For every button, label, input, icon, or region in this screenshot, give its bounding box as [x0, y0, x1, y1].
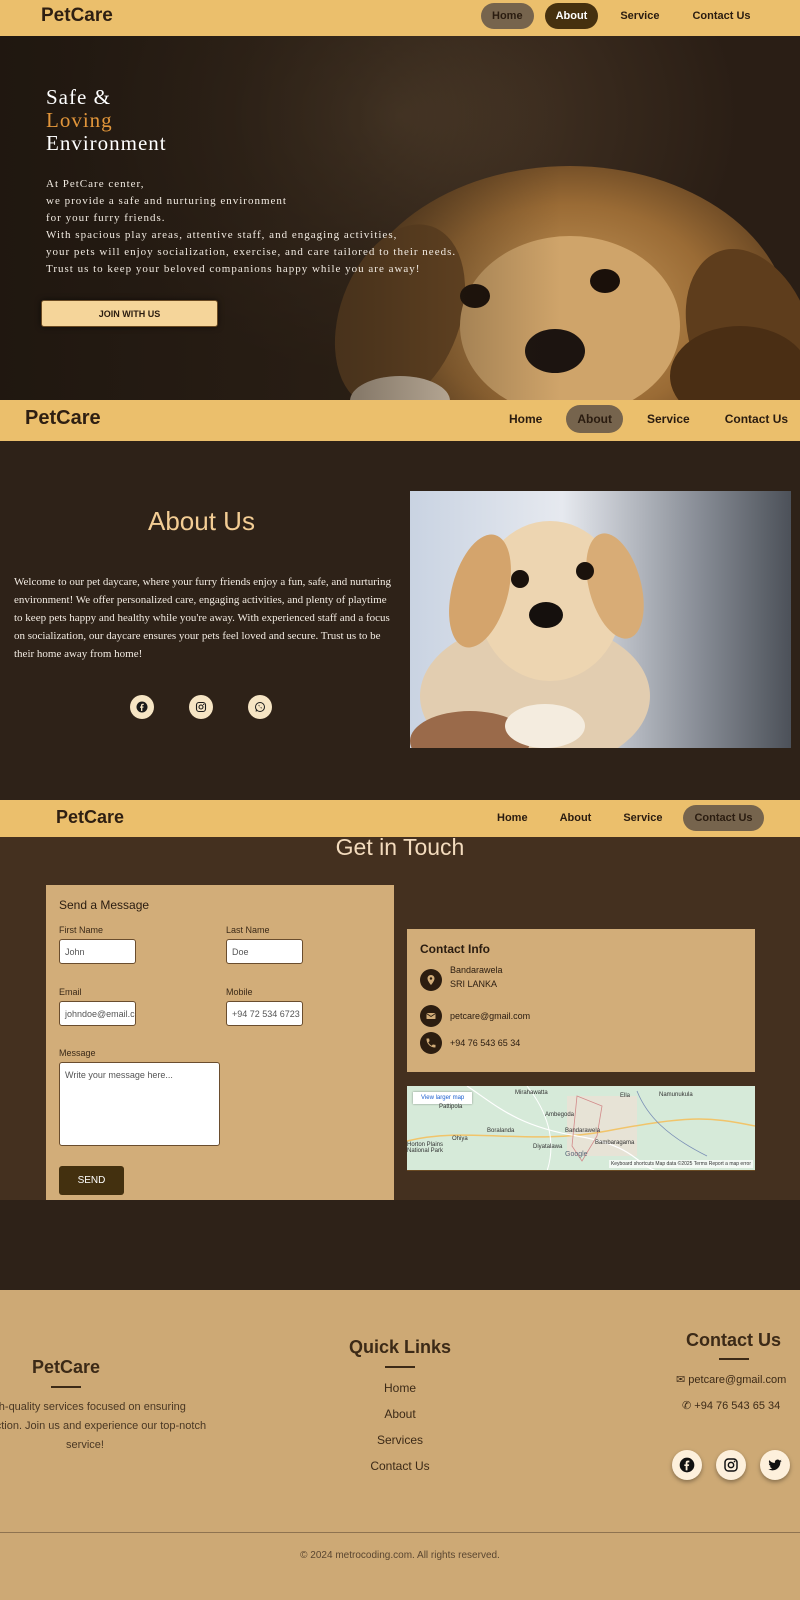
about-navbar: PetCare Home About Service Contact Us — [0, 400, 800, 441]
brand-logo[interactable]: PetCare — [25, 407, 101, 430]
contact-info-card: Contact Info Bandarawela SRI LANKA petca… — [407, 929, 755, 1072]
nav-service[interactable]: Service — [636, 405, 701, 433]
about-puppy-image — [410, 491, 791, 748]
mobile-label: Mobile — [226, 987, 253, 997]
instagram-icon[interactable] — [716, 1450, 746, 1480]
email-input[interactable]: johndoe@email.com — [59, 1001, 136, 1026]
nav-contact[interactable]: Contact Us — [683, 805, 764, 831]
footer-divider — [0, 1532, 800, 1533]
footer-contact-title: Contact Us — [686, 1330, 782, 1350]
quick-links-title: Quick Links — [348, 1337, 452, 1357]
phone-icon — [420, 1032, 442, 1054]
nav-home[interactable]: Home — [498, 405, 553, 433]
address: Bandarawela SRI LANKA — [450, 965, 503, 989]
form-header: Send a Message — [59, 898, 150, 912]
footer-brand: PetCare — [32, 1357, 101, 1377]
view-larger-map-button[interactable]: View larger map — [413, 1092, 473, 1104]
nav-service[interactable]: Service — [612, 805, 673, 831]
instagram-icon[interactable] — [189, 695, 213, 719]
footer-link-about[interactable]: About — [0, 1407, 800, 1421]
footer-email[interactable]: ✉ petcare@gmail.com — [676, 1373, 786, 1386]
about-title: About Us — [148, 506, 255, 536]
envelope-icon — [420, 1005, 442, 1027]
footer-phone[interactable]: ✆ +94 76 543 65 34 — [682, 1399, 780, 1412]
send-button[interactable]: SEND — [59, 1166, 124, 1195]
top-navbar: PetCare Home About Service Contact Us — [0, 0, 800, 36]
footer-link-services[interactable]: Services — [0, 1433, 800, 1447]
map-footer: Keyboard shortcuts Map data ©2025 Terms … — [608, 1160, 753, 1168]
nav-home[interactable]: Home — [486, 805, 539, 831]
nav-about[interactable]: About — [549, 805, 603, 831]
about-text: Welcome to our pet daycare, where your f… — [14, 576, 391, 660]
google-logo: Google — [565, 1151, 588, 1158]
twitter-icon[interactable] — [760, 1450, 790, 1480]
brand-logo[interactable]: PetCare — [41, 5, 113, 27]
first-name-label: First Name — [59, 925, 104, 935]
phone-icon: ✆ — [682, 1400, 692, 1412]
get-in-touch-title: Get in Touch — [335, 834, 465, 860]
facebook-icon[interactable] — [130, 695, 154, 719]
nav-home[interactable]: Home — [481, 3, 534, 29]
message-form: Send a Message First Name John Last Name… — [46, 885, 394, 1200]
nav-contact[interactable]: Contact Us — [714, 405, 799, 433]
first-name-input[interactable]: John — [59, 939, 136, 964]
nav-about[interactable]: About — [566, 405, 623, 433]
copyright: © 2024 metrocoding.com. All rights reser… — [300, 1550, 500, 1561]
brand-logo[interactable]: PetCare — [56, 807, 124, 828]
email-label: Email — [59, 987, 82, 997]
join-with-us-button[interactable]: JOIN WITH US — [41, 300, 218, 327]
last-name-label: Last Name — [226, 925, 270, 935]
last-name-input[interactable]: Doe — [226, 939, 303, 964]
nav-contact[interactable]: Contact Us — [681, 3, 761, 29]
contact-phone[interactable]: +94 76 543 65 34 — [450, 1036, 520, 1050]
contact-navbar: PetCare Home About Service Contact Us — [0, 800, 800, 837]
hero-title: Safe & Loving Environment — [46, 85, 167, 155]
hero-description: At PetCare center, we provide a safe and… — [46, 178, 457, 275]
nav-about[interactable]: About — [544, 3, 599, 29]
contact-email[interactable]: petcare@gmail.com — [450, 1009, 530, 1023]
message-textarea[interactable]: Write your message here... — [59, 1062, 220, 1146]
location-pin-icon — [420, 969, 442, 991]
contact-info-header: Contact Info — [420, 942, 490, 956]
nav-service[interactable]: Service — [609, 3, 670, 29]
message-label: Message — [59, 1048, 96, 1058]
mobile-input[interactable]: +94 72 534 6723 — [226, 1001, 303, 1026]
hero-section: Safe & Loving Environment At PetCare cen… — [0, 36, 800, 400]
location-map[interactable]: View larger map Mirahawatta Namunukula E… — [407, 1086, 755, 1171]
envelope-icon: ✉ — [676, 1374, 686, 1386]
whatsapp-icon[interactable] — [248, 695, 272, 719]
facebook-icon[interactable] — [672, 1450, 702, 1480]
